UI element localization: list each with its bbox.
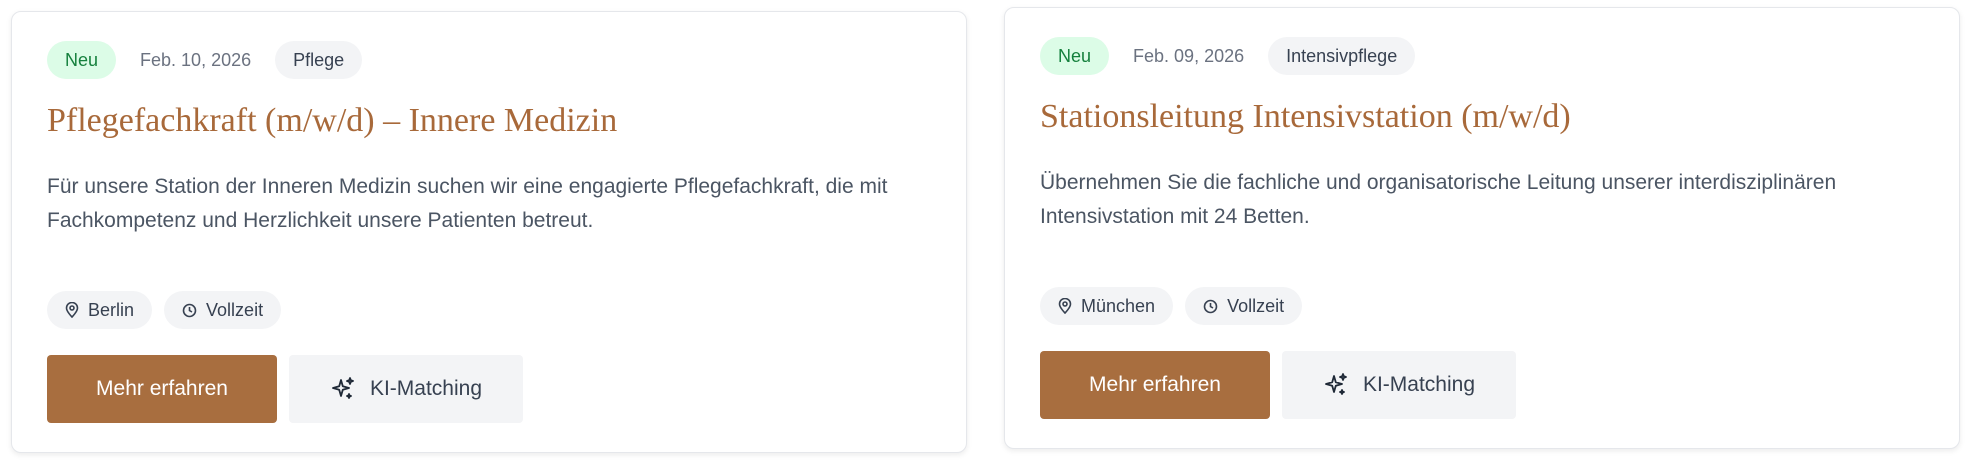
- new-badge: Neu: [47, 41, 117, 79]
- sparkles-icon: [1325, 373, 1347, 395]
- job-tags: Berlin Vollzeit: [47, 291, 282, 329]
- location-tag: Berlin: [47, 291, 153, 329]
- category-tag: Pflege: [275, 41, 363, 79]
- employment-label: Vollzeit: [206, 299, 264, 320]
- employment-tag: Vollzeit: [1185, 287, 1303, 325]
- location-tag: München: [1040, 287, 1174, 325]
- ai-matching-label: KI-Matching: [369, 377, 483, 400]
- job-description: Für unsere Station der Inneren Medizin s…: [47, 175, 888, 232]
- job-title[interactable]: Stationsleitung Intensivstation (m/w/d): [1040, 95, 1924, 139]
- ai-matching-button[interactable]: KI-Matching: [289, 355, 523, 423]
- employment-tag: Vollzeit: [164, 291, 282, 329]
- location-label: München: [1081, 295, 1156, 316]
- location-label: Berlin: [88, 299, 135, 320]
- job-actions: Mehr erfahren KI-Matching: [1040, 351, 1516, 419]
- employment-label: Vollzeit: [1227, 295, 1285, 316]
- job-card: Neu Feb. 10, 2026 Pflege Pflegefachkraft…: [11, 11, 967, 453]
- ai-matching-label: KI-Matching: [1362, 373, 1476, 396]
- job-date: Feb. 09, 2026: [1133, 45, 1245, 66]
- job-title[interactable]: Pflegefachkraft (m/w/d) – Innere Medizin: [47, 99, 931, 143]
- job-description: Übernehmen Sie die fachliche und organis…: [1040, 171, 1837, 228]
- map-pin-icon: [65, 302, 79, 318]
- job-meta: Neu Feb. 09, 2026 Intensivpflege: [1040, 37, 1924, 75]
- clock-icon: [182, 303, 197, 317]
- job-card-content: Neu Feb. 10, 2026 Pflege Pflegefachkraft…: [47, 41, 931, 238]
- job-actions: Mehr erfahren KI-Matching: [47, 355, 523, 423]
- map-pin-icon: [1058, 298, 1072, 314]
- job-meta: Neu Feb. 10, 2026 Pflege: [47, 41, 931, 79]
- new-badge: Neu: [1040, 37, 1110, 75]
- sparkles-icon: [332, 377, 354, 399]
- job-tags: München Vollzeit: [1040, 287, 1303, 325]
- job-date: Feb. 10, 2026: [140, 49, 252, 70]
- more-info-button[interactable]: Mehr erfahren: [1040, 351, 1270, 419]
- clock-icon: [1203, 299, 1218, 313]
- job-card: Neu Feb. 09, 2026 Intensivpflege Station…: [1004, 7, 1960, 449]
- job-card-content: Neu Feb. 09, 2026 Intensivpflege Station…: [1040, 37, 1924, 234]
- category-tag: Intensivpflege: [1268, 37, 1416, 75]
- ai-matching-button[interactable]: KI-Matching: [1282, 351, 1516, 419]
- more-info-button[interactable]: Mehr erfahren: [47, 355, 277, 423]
